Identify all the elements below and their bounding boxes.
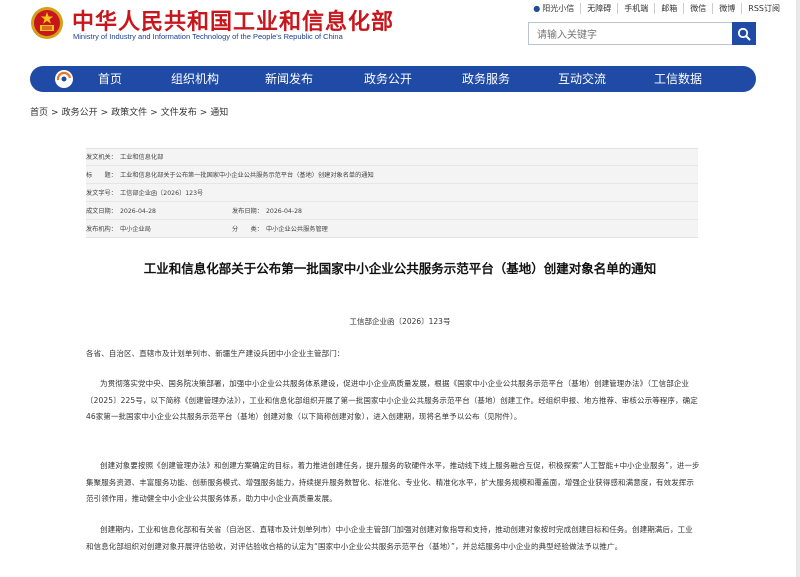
document-meta-box: 发文机关： 工业和信息化部 标 题： 工业和信息化部关于公布第一批国家中小企业公… bbox=[86, 148, 698, 238]
meta-issuer-label: 发文机关： bbox=[86, 154, 117, 161]
site-subtitle: Ministry of Industry and Information Tec… bbox=[73, 32, 343, 41]
toplink-label: 微博 bbox=[719, 4, 736, 13]
nav-item-home[interactable]: 首页 bbox=[98, 66, 122, 92]
toplink-accessibility[interactable]: 无障碍 bbox=[580, 3, 617, 14]
top-links: ● 阳光小信 无障碍 手机端 邮箱 微信 微博 RSS订阅 bbox=[527, 3, 786, 14]
toplink-label: 微信 bbox=[690, 4, 707, 13]
breadcrumb-separator: > bbox=[199, 108, 208, 118]
meta-title-label: 标 题： bbox=[86, 172, 117, 179]
nav-item-organization[interactable]: 组织机构 bbox=[171, 66, 219, 92]
meta-title-value: 工业和信息化部关于公布第一批国家中小企业公共服务示范平台（基地）创建对象名单的通… bbox=[120, 172, 374, 179]
breadcrumb-separator: > bbox=[51, 108, 59, 118]
breadcrumb-separator: > bbox=[150, 108, 158, 118]
breadcrumb-notice[interactable]: 通知 bbox=[210, 108, 228, 118]
toplink-rss[interactable]: RSS订阅 bbox=[741, 3, 786, 14]
document-salutation: 各省、自治区、直辖市及计划单列市、新疆生产建设兵团中小企业主管部门： bbox=[86, 349, 345, 358]
document-paragraph-2: 创建对象要按照《创建管理办法》和创建方案确定的目标，着力推进创建任务，提升服务的… bbox=[86, 461, 700, 503]
breadcrumb-home[interactable]: 首页 bbox=[30, 108, 48, 118]
meta-published-date-label: 发布日期： bbox=[232, 208, 263, 215]
toplink-label: 无障碍 bbox=[587, 4, 612, 13]
search-box bbox=[528, 22, 756, 46]
toplink-mobile[interactable]: 手机端 bbox=[617, 3, 654, 14]
meta-doc-number-value: 工信部企业函〔2026〕123号 bbox=[120, 190, 204, 197]
toplink-sunshine[interactable]: ● 阳光小信 bbox=[527, 3, 580, 14]
document-paragraph-3: 创建期内，工业和信息化部和有关省（自治区、直辖市及计划单列市）中小企业主管部门加… bbox=[86, 525, 693, 551]
meta-row-title: 标 题： 工业和信息化部关于公布第一批国家中小企业公共服务示范平台（基地）创建对… bbox=[86, 167, 698, 184]
meta-publisher-label: 发布机构： bbox=[86, 226, 117, 233]
meta-row-publisher: 发布机构： 中小企业局 分 类： 中小企业公共服务管理 bbox=[86, 221, 698, 238]
toplink-label: RSS订阅 bbox=[748, 4, 780, 13]
site-header: 中华人民共和国工业和信息化部 Ministry of Industry and … bbox=[0, 0, 800, 62]
breadcrumb: 首页 > 政务公开 > 政策文件 > 文件发布 > 通知 bbox=[30, 105, 228, 118]
meta-publisher-value: 中小企业局 bbox=[120, 226, 151, 233]
breadcrumb-file-release[interactable]: 文件发布 bbox=[161, 108, 197, 118]
search-icon bbox=[737, 27, 751, 40]
meta-row-doc-number: 发文字号： 工信部企业函〔2026〕123号 bbox=[86, 185, 698, 202]
national-emblem-icon bbox=[31, 7, 63, 39]
toplink-wechat[interactable]: 微信 bbox=[683, 3, 712, 14]
breadcrumb-government-affairs[interactable]: 政务公开 bbox=[62, 108, 98, 118]
meta-category-value: 中小企业公共服务管理 bbox=[266, 226, 328, 233]
nav-item-government-services[interactable]: 政务服务 bbox=[462, 66, 510, 92]
meta-published-date-value: 2026-04-28 bbox=[266, 208, 302, 215]
breadcrumb-separator: > bbox=[100, 108, 109, 118]
toplink-label: 邮箱 bbox=[661, 4, 678, 13]
meta-written-date-value: 2026-04-28 bbox=[120, 208, 156, 215]
search-input[interactable] bbox=[529, 25, 725, 46]
document-paragraph-1: 为贯彻落实党中央、国务院决策部署，加强中小企业公共服务体系建设，促进中小企业高质… bbox=[86, 379, 698, 421]
document-title: 工业和信息化部关于公布第一批国家中小企业公共服务示范平台（基地）创建对象名单的通… bbox=[143, 261, 657, 276]
meta-row-issuer: 发文机关： 工业和信息化部 bbox=[86, 149, 698, 166]
meta-doc-number-label: 发文字号： bbox=[86, 190, 117, 197]
document-number: 工信部企业函〔2026〕123号 bbox=[349, 317, 451, 326]
main-nav: 首页 组织机构 新闻发布 政务公开 政务服务 互动交流 工信数据 bbox=[30, 66, 756, 92]
nav-item-news[interactable]: 新闻发布 bbox=[265, 66, 313, 92]
meta-row-dates: 成文日期： 2026-04-28 发布日期： 2026-04-28 bbox=[86, 203, 698, 220]
nav-item-government-affairs[interactable]: 政务公开 bbox=[364, 66, 412, 92]
nav-item-interaction[interactable]: 互动交流 bbox=[558, 66, 606, 92]
breadcrumb-policy-documents[interactable]: 政策文件 bbox=[111, 108, 147, 118]
meta-issuer-value: 工业和信息化部 bbox=[120, 154, 164, 161]
nav-item-data[interactable]: 工信数据 bbox=[654, 66, 702, 92]
page-edge-strip bbox=[796, 0, 800, 577]
person-icon: ● bbox=[533, 4, 541, 13]
meta-category-label: 分 类： bbox=[232, 226, 263, 233]
ministry-logo-icon bbox=[55, 70, 73, 88]
toplink-label: 阳光小信 bbox=[542, 4, 575, 13]
search-button[interactable] bbox=[732, 22, 756, 45]
toplink-weibo[interactable]: 微博 bbox=[712, 3, 741, 14]
toplink-mail[interactable]: 邮箱 bbox=[654, 3, 683, 14]
meta-written-date-label: 成文日期： bbox=[86, 208, 117, 215]
toplink-label: 手机端 bbox=[624, 4, 649, 13]
